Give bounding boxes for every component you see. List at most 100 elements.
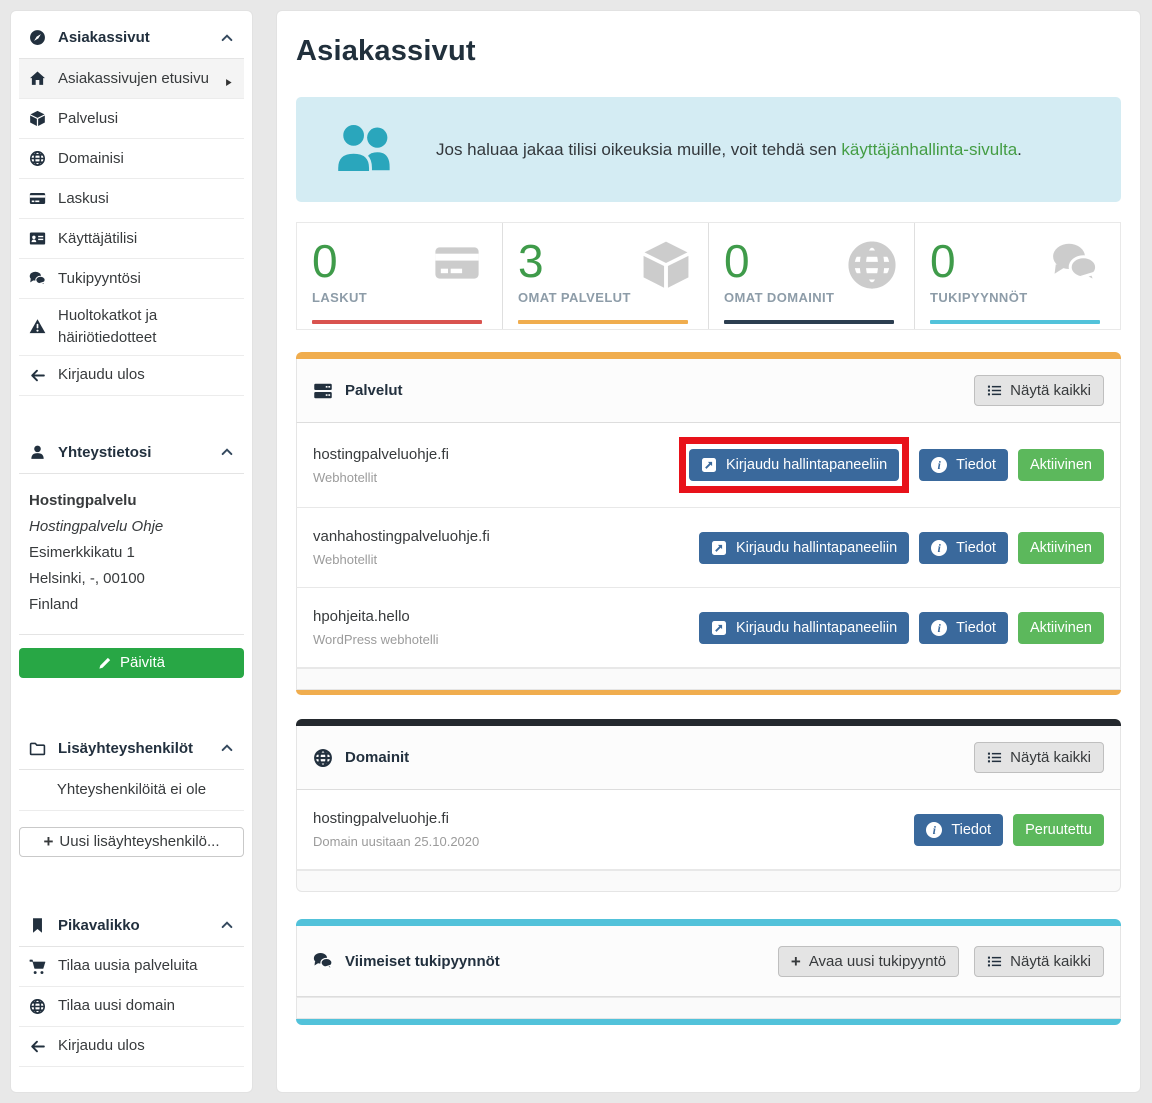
login-panel-label: Kirjaudu hallintapaneeliin — [726, 457, 887, 473]
chevron-up-icon — [220, 918, 234, 932]
spacer — [19, 396, 244, 432]
details-button[interactable]: i Tiedot — [914, 814, 1003, 846]
domains-show-all-button[interactable]: Näytä kaikki — [974, 742, 1104, 773]
stat-card-tukipyynnot[interactable]: 0 TUKIPYYNNÖT — [915, 223, 1120, 329]
status-badge-button[interactable]: Aktiivinen — [1018, 449, 1104, 481]
sidebar-item-tukipyyntosi[interactable]: Tukipyyntösi — [19, 259, 244, 299]
sidebar-section-asiakassivut[interactable]: Asiakassivut — [19, 17, 244, 59]
comments-icon — [313, 951, 333, 971]
sidebar-item-label: Tilaa uusi domain — [58, 995, 175, 1017]
globe-icon — [846, 239, 898, 296]
chevron-up-icon — [220, 741, 234, 755]
login-panel-button[interactable]: Kirjaudu hallintapaneeliin — [699, 532, 909, 564]
sidebar-item-etusivu[interactable]: Asiakassivujen etusivu — [19, 59, 244, 99]
sidebar-section-pikavalikko[interactable]: Pikavalikko — [19, 905, 244, 947]
contact-city: Helsinki, -, 00100 — [29, 566, 234, 592]
stat-label: LASKUT — [312, 290, 487, 305]
sidebar-item-huoltokatkot[interactable]: Huoltokatkot ja häiriötiedotteet — [19, 299, 244, 356]
sidebar-item-tilaa-domain[interactable]: Tilaa uusi domain — [19, 987, 244, 1027]
sidebar: Asiakassivut Asiakassivujen etusivu Palv… — [10, 10, 253, 1093]
stat-accent-bar — [518, 320, 688, 324]
sidebar-section-lisayhteyshenkilot[interactable]: Lisäyhteyshenkilöt — [19, 728, 244, 770]
service-type: Webhotellit — [313, 552, 490, 567]
sidebar-item-label: Tukipyyntösi — [58, 268, 141, 290]
status-label: Peruutettu — [1025, 822, 1092, 838]
login-panel-button[interactable]: Kirjaudu hallintapaneeliin — [699, 612, 909, 644]
info-icon: i — [926, 822, 942, 838]
tickets-show-all-button[interactable]: Näytä kaikki — [974, 946, 1104, 977]
external-link-icon — [711, 540, 727, 556]
info-banner: Jos haluaa jakaa tilisi oikeuksia muille… — [296, 97, 1121, 202]
services-panel: Palvelut Näytä kaikki hostingpalveluohje… — [296, 352, 1121, 695]
details-button[interactable]: i Tiedot — [919, 612, 1008, 644]
stat-label: TUKIPYYNNÖT — [930, 290, 1105, 305]
id-card-icon — [29, 230, 46, 247]
info-icon: i — [931, 620, 947, 636]
arrow-left-icon — [29, 367, 46, 384]
add-extra-contact-button[interactable]: + Uusi lisäyhteyshenkilö... — [19, 827, 244, 857]
tickets-panel-footer — [296, 997, 1121, 1019]
stat-accent-bar — [312, 320, 482, 324]
status-badge-button[interactable]: Aktiivinen — [1018, 612, 1104, 644]
sidebar-item-kirjaudu-ulos-2[interactable]: Kirjaudu ulos — [19, 1027, 244, 1067]
contact-name: Hostingpalvelu Ohje — [29, 514, 234, 540]
stat-card-omat-palvelut[interactable]: 3 OMAT PALVELUT — [503, 223, 709, 329]
status-badge-button[interactable]: Aktiivinen — [1018, 532, 1104, 564]
update-contact-button[interactable]: Päivitä — [19, 648, 244, 678]
new-ticket-button[interactable]: + Avaa uusi tukipyyntö — [778, 946, 959, 977]
list-icon — [987, 954, 1002, 969]
details-button[interactable]: i Tiedot — [919, 449, 1008, 481]
domain-name: hostingpalveluohje.fi — [313, 810, 479, 827]
sidebar-item-label: Käyttäjätilisi — [58, 228, 137, 250]
details-label: Tiedot — [956, 620, 996, 636]
domains-panel: Domainit Näytä kaikki hostingpalveluohje… — [296, 719, 1121, 892]
comments-icon — [1046, 239, 1104, 292]
contact-company: Hostingpalvelu — [29, 488, 234, 514]
page-title: Asiakassivut — [296, 35, 1121, 68]
sidebar-section-title: Pikavalikko — [58, 917, 140, 934]
status-badge-button[interactable]: Peruutettu — [1013, 814, 1104, 846]
service-type: WordPress webhotelli — [313, 632, 438, 647]
sidebar-item-domainisi[interactable]: Domainisi — [19, 139, 244, 179]
cart-icon — [29, 958, 46, 975]
details-label: Tiedot — [956, 540, 996, 556]
service-name: vanhahostingpalveluohje.fi — [313, 528, 490, 545]
services-show-all-label: Näytä kaikki — [1010, 382, 1091, 399]
add-extra-contact-label: Uusi lisäyhteyshenkilö... — [59, 833, 219, 850]
sidebar-item-label: Asiakassivujen etusivu — [58, 68, 209, 90]
login-panel-label: Kirjaudu hallintapaneeliin — [736, 540, 897, 556]
pencil-icon — [98, 656, 112, 670]
sidebar-item-kirjaudu-ulos[interactable]: Kirjaudu ulos — [19, 356, 244, 396]
external-link-icon — [711, 620, 727, 636]
tickets-panel-accent-bottom — [296, 1019, 1121, 1025]
banner-text-before: Jos haluaa jakaa tilisi oikeuksia muille… — [436, 140, 841, 159]
sidebar-item-tilaa-palveluita[interactable]: Tilaa uusia palveluita — [19, 947, 244, 987]
domain-info: hostingpalveluohje.fi Domain uusitaan 25… — [313, 810, 479, 849]
plus-icon: + — [791, 953, 801, 970]
services-panel-footer — [296, 668, 1121, 690]
domains-panel-accent-top — [296, 719, 1121, 726]
arrow-left-icon — [29, 1038, 46, 1055]
stat-card-omat-domainit[interactable]: 0 OMAT DOMAINIT — [709, 223, 915, 329]
list-icon — [987, 750, 1002, 765]
sidebar-item-palvelusi[interactable]: Palvelusi — [19, 99, 244, 139]
services-panel-accent-bottom — [296, 690, 1121, 695]
stat-card-laskut[interactable]: 0 LASKUT — [297, 223, 503, 329]
plus-icon: + — [43, 833, 53, 850]
details-button[interactable]: i Tiedot — [919, 532, 1008, 564]
domains-panel-footer — [296, 870, 1121, 892]
service-row: vanhahostingpalveluohje.fi Webhotellit K… — [296, 508, 1121, 588]
sidebar-item-label: Kirjaudu ulos — [58, 1035, 145, 1057]
chevron-up-icon — [220, 31, 234, 45]
tickets-panel-accent-top — [296, 919, 1121, 926]
services-panel-header: Palvelut Näytä kaikki — [296, 359, 1121, 423]
sidebar-item-label: Kirjaudu ulos — [58, 364, 145, 386]
sidebar-item-laskusi[interactable]: Laskusi — [19, 179, 244, 219]
login-panel-button[interactable]: Kirjaudu hallintapaneeliin — [689, 449, 899, 481]
user-management-link[interactable]: käyttäjänhallinta-sivulta — [841, 140, 1017, 159]
warning-triangle-icon — [29, 318, 46, 335]
sidebar-section-yhteystietosi[interactable]: Yhteystietosi — [19, 432, 244, 474]
services-show-all-button[interactable]: Näytä kaikki — [974, 375, 1104, 406]
sidebar-item-kayttajatilisi[interactable]: Käyttäjätilisi — [19, 219, 244, 259]
services-panel-title: Palvelut — [345, 382, 403, 399]
